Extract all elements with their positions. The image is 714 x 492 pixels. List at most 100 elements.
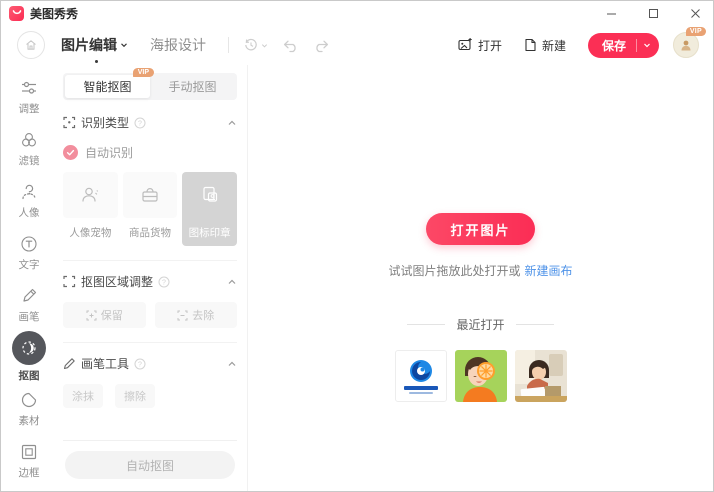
blue-swirl-logo [408, 358, 434, 384]
remove-icon [177, 310, 188, 321]
svg-text:?: ? [162, 279, 166, 286]
redo-icon [313, 38, 330, 53]
divider [407, 324, 445, 325]
portrait-orange-slice-image [455, 350, 507, 402]
toolbar-divider [228, 37, 229, 53]
sidebar-item-label: 素材 [19, 413, 40, 428]
chevron-up-icon[interactable] [227, 359, 237, 369]
save-button[interactable]: 保存 [588, 37, 636, 54]
auto-detect-row[interactable]: 自动识别 [63, 144, 237, 161]
toolbar: 图片编辑 海报设计 打开 新建 保存 [1, 25, 713, 65]
chevron-down-icon [261, 42, 268, 49]
canvas-area[interactable]: 打开图片 试试图片拖放此处打开或新建画布 最近打开 [247, 65, 713, 491]
new-button[interactable]: 新建 [524, 37, 566, 54]
minimize-icon[interactable] [603, 5, 619, 21]
section-title: 画笔工具 [81, 355, 129, 372]
keep-region-button[interactable]: 保留 [63, 302, 146, 328]
chevron-up-icon[interactable] [227, 118, 237, 128]
erase-button[interactable]: 擦除 [115, 384, 155, 408]
sidebar-item-portrait[interactable]: 人像 [1, 175, 57, 227]
type-card-product[interactable]: 商品货物 [123, 172, 178, 246]
type-card-label: 人像宠物 [69, 227, 111, 239]
svg-text:?: ? [138, 361, 142, 368]
open-image-button[interactable]: 打开图片 [426, 213, 534, 245]
cutout-panel: 智能抠图 VIP 手动抠图 识别类型 ? 自动识 [57, 65, 247, 491]
open-image-icon [458, 38, 473, 52]
menu-poster-design[interactable]: 海报设计 [150, 35, 206, 55]
tab-manual-cutout[interactable]: 手动抠图 [150, 75, 235, 98]
text-icon [19, 234, 39, 254]
active-menu-indicator [95, 60, 98, 63]
sidebar-item-brush[interactable]: 画笔 [1, 279, 57, 331]
sidebar-item-label: 边框 [19, 465, 40, 480]
sidebar-item-label: 人像 [19, 205, 40, 220]
sidebar-item-adjust[interactable]: 调整 [1, 71, 57, 123]
type-card-icon-stamp[interactable]: 图标印章 [182, 172, 237, 246]
sidebar-item-cutout[interactable]: 抠图 [1, 331, 57, 383]
recent-file-2[interactable] [455, 350, 507, 402]
type-card-label: 商品货物 [129, 227, 171, 239]
sticker-icon [19, 390, 39, 410]
drop-hint-text: 试试图片拖放此处打开或 [388, 264, 520, 278]
sidebar-item-filter[interactable]: 滤镜 [1, 123, 57, 175]
remove-region-button[interactable]: 去除 [155, 302, 238, 328]
help-icon: ? [134, 358, 146, 370]
app-logo-icon [9, 6, 24, 21]
remove-button-label: 去除 [192, 307, 214, 323]
sliders-icon [19, 78, 39, 98]
recognize-section: 识别类型 ? 自动识别 人像宠物 [63, 100, 237, 246]
home-icon [24, 38, 38, 52]
open-button[interactable]: 打开 [458, 37, 502, 54]
auto-detect-label: 自动识别 [85, 144, 133, 161]
type-card-portrait-pet[interactable]: 人像宠物 [63, 172, 118, 246]
vip-badge: VIP [686, 27, 706, 36]
section-title: 抠图区域调整 [81, 273, 153, 290]
sidebar-item-label: 调整 [19, 101, 40, 116]
divider [516, 324, 554, 325]
home-button[interactable] [17, 31, 45, 59]
recent-title: 最近打开 [456, 316, 504, 333]
undo-icon [282, 38, 299, 53]
menu-image-edit-label: 图片编辑 [61, 35, 117, 55]
tab-smart-cutout[interactable]: 智能抠图 VIP [65, 75, 150, 98]
help-icon: ? [158, 276, 170, 288]
sidebar-item-text[interactable]: 文字 [1, 227, 57, 279]
save-dropdown-button[interactable] [637, 41, 659, 49]
recent-files [395, 350, 567, 402]
svg-text:?: ? [138, 120, 142, 127]
chevron-down-icon [643, 41, 651, 49]
brush-tools-section: 画笔工具 ? 涂抹 擦除 [63, 342, 237, 408]
titlebar: 美图秀秀 [1, 1, 713, 25]
sidebar-item-sticker[interactable]: 素材 [1, 383, 57, 435]
user-avatar[interactable]: VIP [673, 32, 699, 58]
filter-icon [19, 130, 39, 150]
region-adjust-section: 抠图区域调整 ? 保留 去除 [63, 260, 237, 328]
chevron-down-icon [120, 41, 128, 49]
crop-region-icon [63, 275, 76, 288]
save-split-button[interactable]: 保存 [588, 33, 659, 58]
redo-button[interactable] [313, 38, 330, 53]
frame-icon [19, 442, 39, 462]
chevron-up-icon[interactable] [227, 277, 237, 287]
product-bag-icon [123, 172, 178, 218]
auto-cutout-button[interactable]: 自动抠图 [65, 451, 235, 479]
recent-file-3[interactable] [515, 350, 567, 402]
girl-studying-image [515, 350, 567, 402]
recent-file-1[interactable] [395, 350, 447, 402]
smear-button[interactable]: 涂抹 [63, 384, 103, 408]
new-canvas-link[interactable]: 新建画布 [525, 264, 573, 278]
undo-button[interactable] [282, 38, 299, 53]
pencil-icon [63, 357, 76, 370]
maximize-icon[interactable] [645, 5, 661, 21]
menu-image-edit[interactable]: 图片编辑 [61, 35, 128, 55]
sidebar-item-label: 文字 [19, 257, 40, 272]
sidebar-item-label: 画笔 [19, 309, 40, 324]
smear-button-label: 涂抹 [72, 388, 94, 404]
portrait-pet-icon [63, 172, 118, 218]
history-button[interactable] [243, 37, 268, 53]
close-icon[interactable] [687, 5, 703, 21]
tab-label: 手动抠图 [168, 78, 216, 95]
cutout-icon [12, 331, 46, 365]
sidebar-item-frame[interactable]: 边框 [1, 435, 57, 487]
menu-poster-design-label: 海报设计 [150, 35, 206, 55]
